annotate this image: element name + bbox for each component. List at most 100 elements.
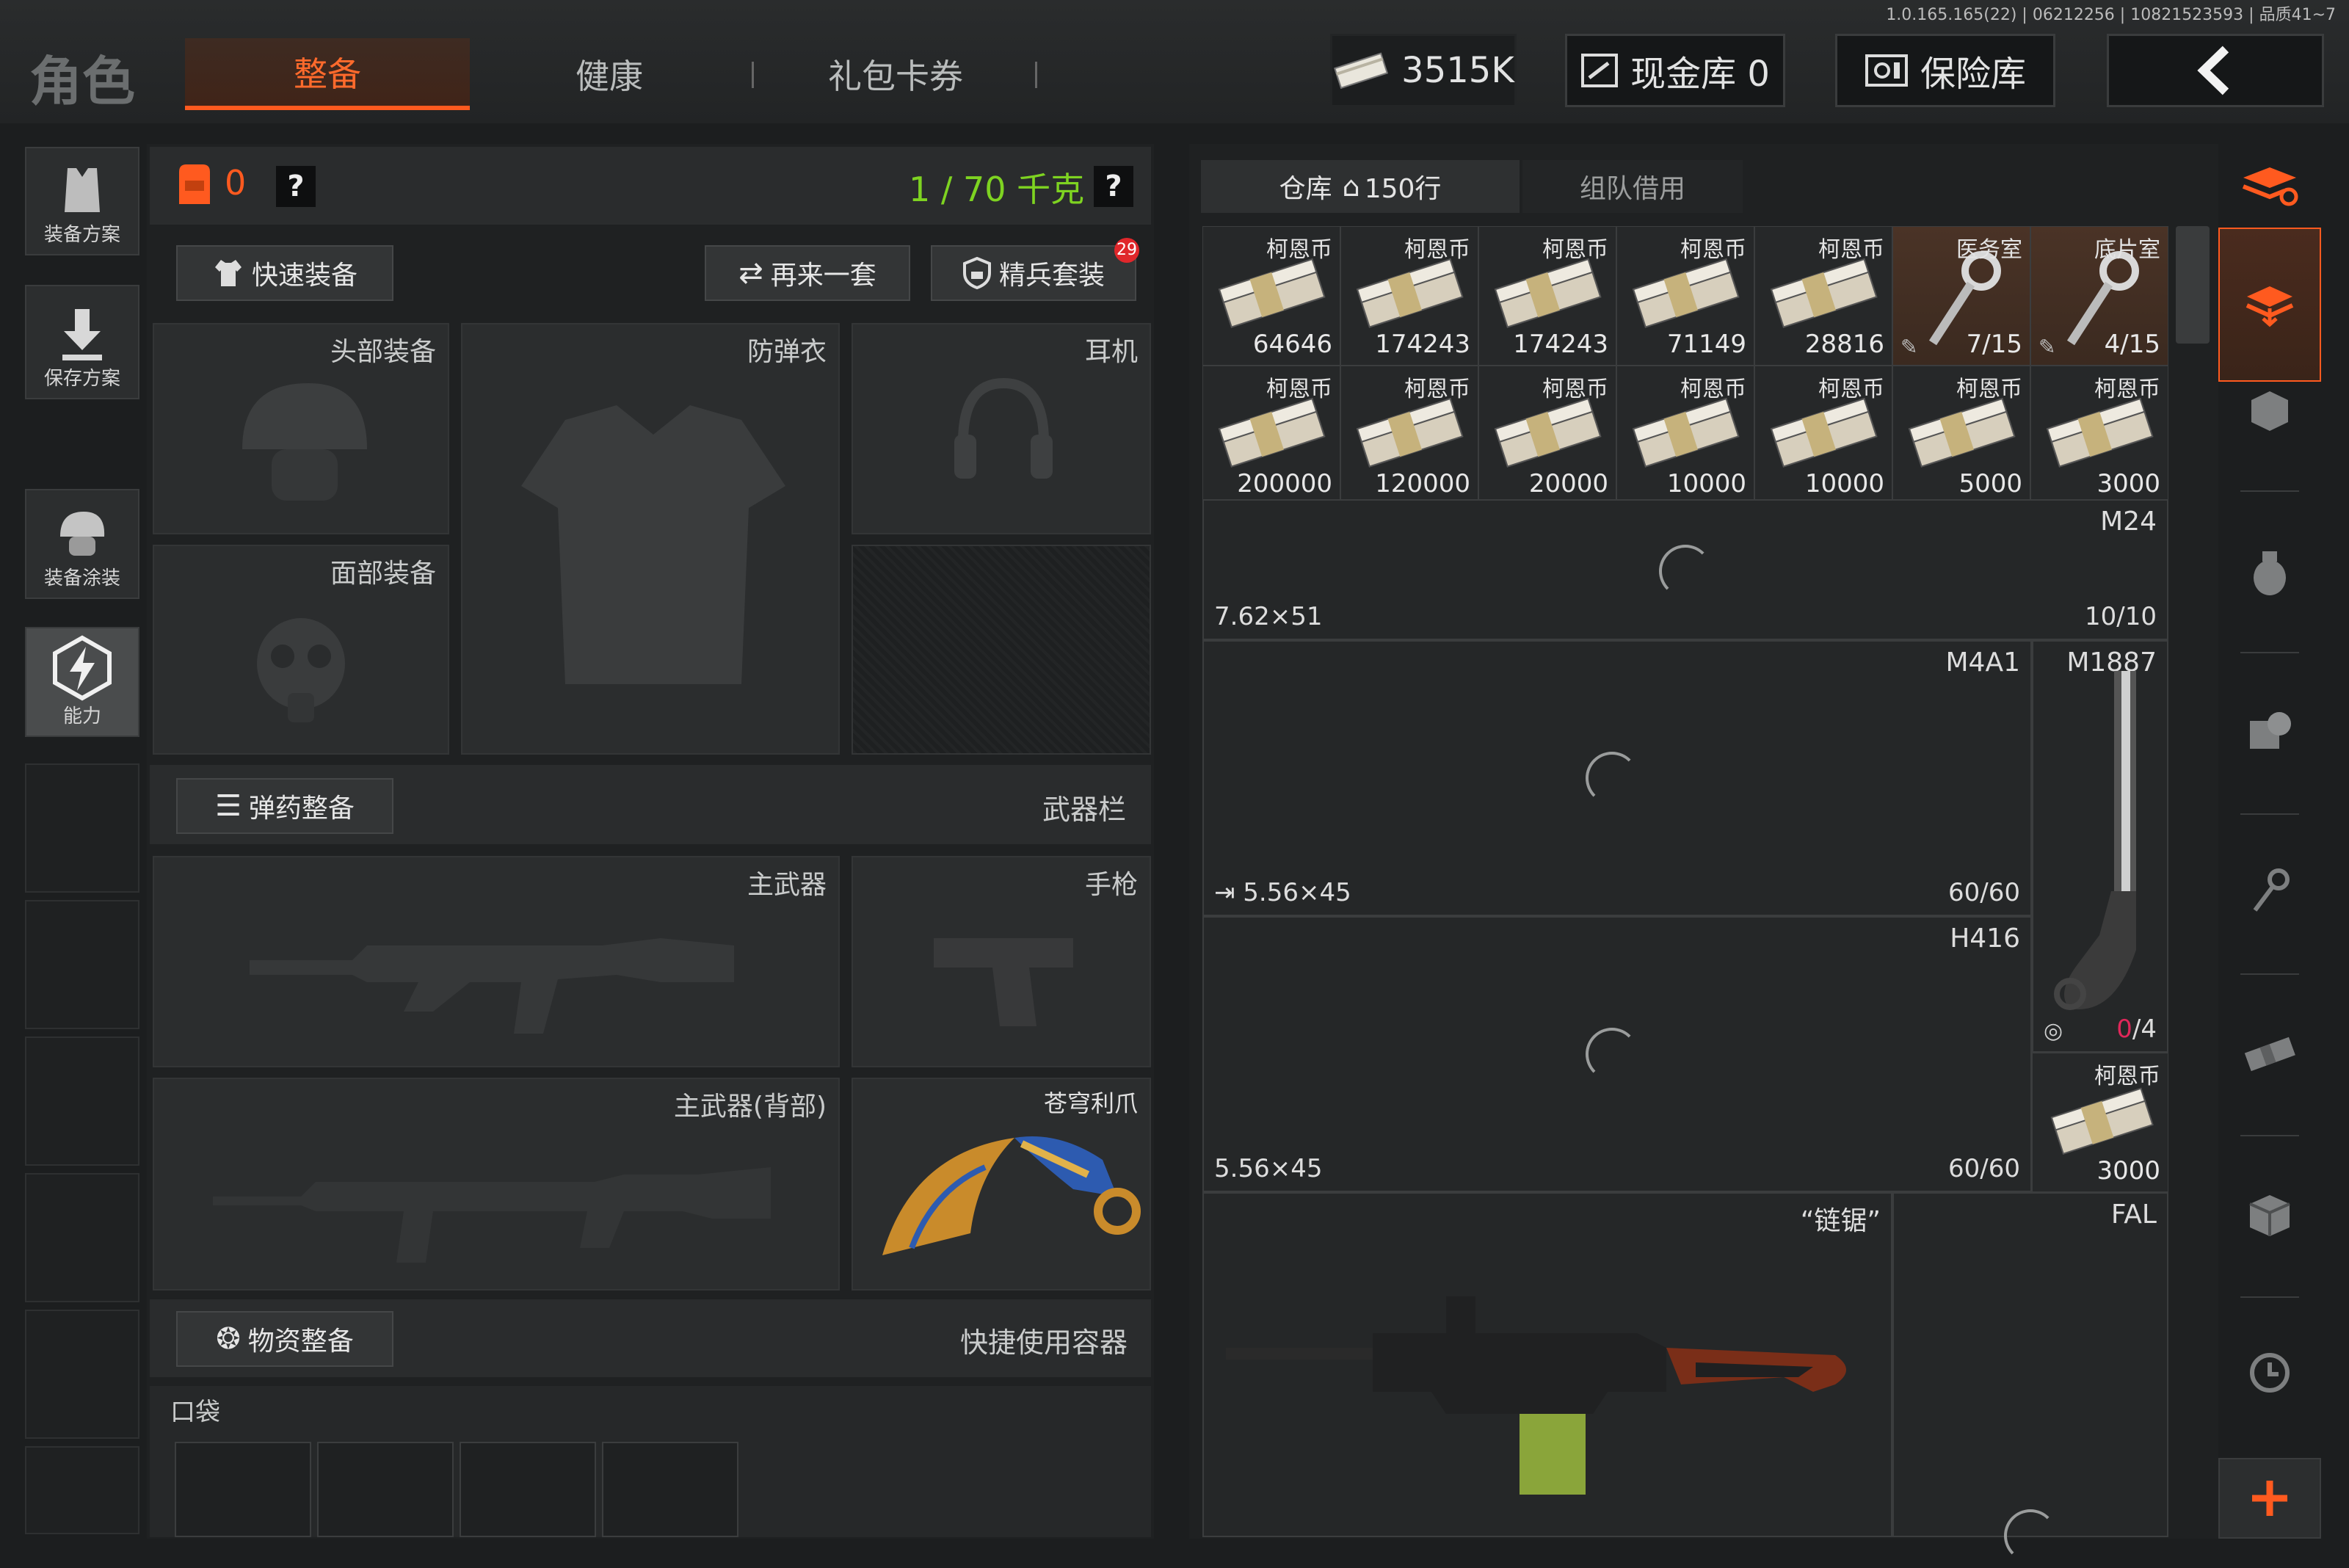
item-qty: 64646	[1252, 330, 1332, 359]
item-qty: 5000	[1958, 469, 2022, 498]
tab-warehouse[interactable]: 仓库 ⌂ 150行	[1201, 160, 1520, 213]
again-button[interactable]: ⇄ 再来一套	[705, 245, 910, 301]
item-name: 柯恩币	[2094, 377, 2160, 402]
coin-cell[interactable]: 柯恩币 5000	[1892, 366, 2030, 505]
item-qty: 174243	[1513, 330, 1608, 359]
supply-equip-button[interactable]: ❂ 物资整备	[176, 1311, 393, 1367]
category-grenade-button[interactable]	[2218, 499, 2321, 646]
help-button[interactable]: ?	[1094, 166, 1133, 207]
clock-icon	[2250, 1353, 2290, 1393]
pocket-slot[interactable]	[460, 1442, 596, 1537]
cash-vault-button[interactable]: 现金库 0	[1565, 34, 1785, 107]
help-button[interactable]: ?	[276, 166, 316, 207]
cash-vault-label: 现金库 0	[1630, 54, 1770, 95]
rifle-icon	[213, 1167, 771, 1263]
cash-stack-icon	[1632, 397, 1740, 468]
room-key-cell[interactable]: ✎ 底片室 4/15	[2030, 226, 2168, 366]
item-name: 柯恩币	[1404, 377, 1470, 402]
cash-stack-icon	[2050, 1087, 2154, 1155]
coin-cell[interactable]: 柯恩币 64646	[1202, 226, 1340, 366]
armor-slot[interactable]: 防弹衣	[461, 323, 840, 755]
tab-team-borrow[interactable]: 组队借用	[1522, 160, 1743, 213]
slot-label: 防弹衣	[747, 337, 827, 367]
coin-cell[interactable]: 柯恩币 120000	[1340, 366, 1478, 505]
ammo-box-icon	[2250, 712, 2291, 749]
scrollbar[interactable]	[2176, 226, 2210, 344]
category-armor-button[interactable]	[2218, 345, 2321, 477]
coin-cell[interactable]: 柯恩币 10000	[1616, 366, 1754, 505]
coin-cell[interactable]: 柯恩币 3000	[2030, 366, 2168, 505]
headset-slot[interactable]: 耳机	[852, 323, 1151, 534]
coin-cell[interactable]: 柯恩币 3000	[2032, 1053, 2168, 1192]
melee-slot[interactable]: 苍穹利爪	[852, 1078, 1151, 1291]
category-ammo-button[interactable]	[2218, 653, 2321, 807]
coin-cell[interactable]: 柯恩币 174243	[1478, 226, 1616, 366]
item-qty: 7/15	[1966, 330, 2022, 359]
cash-stack-icon	[1494, 397, 1602, 468]
notification-badge: 29	[1114, 238, 1139, 263]
equip-skin-button[interactable]: 装备涂装	[25, 489, 139, 599]
tab-gift-cards[interactable]: 礼包卡券	[778, 38, 1013, 110]
primary-weapon-slot[interactable]: 主武器	[153, 856, 840, 1067]
weapon-cell-fal[interactable]: FAL	[1892, 1192, 2168, 1562]
room-key-cell[interactable]: ✎ 医务室 7/15	[1892, 226, 2030, 366]
coin-cell[interactable]: 柯恩币 174243	[1340, 226, 1478, 366]
cash-stack-icon	[1494, 258, 1602, 328]
back-button[interactable]	[2107, 34, 2324, 107]
category-key-button[interactable]	[2218, 815, 2321, 969]
vest-icon	[521, 405, 785, 684]
empty-slot	[25, 1037, 139, 1166]
weapon-cell-m4a1[interactable]: M4A1 ⇥ 5.56×45 60/60	[1202, 640, 2032, 916]
item-qty: 28816	[1804, 330, 1884, 359]
stack-refresh-button[interactable]	[2218, 147, 2321, 226]
equip-plan-button[interactable]: 装备方案	[25, 147, 139, 255]
caliber: ⇥ 5.56×45	[1214, 878, 1351, 907]
coin-cell[interactable]: 柯恩币 71149	[1616, 226, 1754, 366]
nav-label: 能力	[62, 705, 101, 727]
pocket-slot[interactable]	[175, 1442, 311, 1537]
tag-icon: ✎	[2038, 335, 2056, 359]
add-button[interactable]	[2218, 1458, 2321, 1539]
again-label: 再来一套	[770, 261, 876, 291]
category-cash-button[interactable]	[2218, 976, 2321, 1130]
plus-icon	[2252, 1481, 2287, 1516]
item-name: 柯恩币	[1266, 377, 1332, 402]
weapon-cell-m1887[interactable]: M1887 ◎ 0/4	[2032, 640, 2168, 1053]
save-plan-button[interactable]: 保存方案	[25, 285, 139, 399]
slot-label: 面部装备	[330, 559, 436, 589]
back-weapon-slot[interactable]: 主武器(背部)	[153, 1078, 840, 1291]
category-recent-button[interactable]	[2218, 1299, 2321, 1446]
tab-health[interactable]: 健康	[514, 38, 705, 110]
tab-label: 仓库	[1279, 174, 1332, 204]
item-name: 柯恩币	[1680, 237, 1746, 263]
coin-cell[interactable]: 柯恩币 10000	[1754, 366, 1892, 505]
coin-cell[interactable]: 柯恩币 28816	[1754, 226, 1892, 366]
item-qty: 120000	[1375, 469, 1470, 498]
item-qty: 10000	[1666, 469, 1746, 498]
coin-cell[interactable]: 柯恩币 20000	[1478, 366, 1616, 505]
refresh-icon: ⇄	[738, 256, 763, 290]
loading-spinner	[2004, 1509, 2057, 1562]
list-icon: ☰	[215, 789, 242, 823]
weapon-name: H416	[1950, 923, 2020, 954]
item-qty: 20000	[1528, 469, 1608, 498]
weapon-cell-chainsaw[interactable]: “链锯”	[1202, 1192, 1892, 1537]
pocket-slot[interactable]	[317, 1442, 454, 1537]
tab-equip[interactable]: 整备	[185, 38, 470, 110]
empty-slot	[25, 900, 139, 1029]
quick-equip-button[interactable]: 快速装备	[176, 245, 393, 301]
head-slot[interactable]: 头部装备	[153, 323, 449, 534]
ammo-equip-button[interactable]: ☰ 弹药整备	[176, 778, 393, 834]
weapon-cell-h416[interactable]: H416 5.56×45 60/60	[1202, 916, 2032, 1192]
weapon-cell-m24[interactable]: M24 7.62×51 10/10	[1202, 499, 2168, 640]
helmet-icon	[60, 512, 105, 556]
safe-button[interactable]: 保险库	[1835, 34, 2055, 107]
face-slot[interactable]: 面部装备	[153, 545, 449, 755]
weapon-name: FAL	[2110, 1199, 2157, 1230]
elite-kit-button[interactable]: 精兵套装	[931, 245, 1136, 301]
ability-button[interactable]: 能力	[25, 627, 139, 737]
coin-cell[interactable]: 柯恩币 200000	[1202, 366, 1340, 505]
category-box-button[interactable]	[2218, 1138, 2321, 1292]
pocket-slot[interactable]	[602, 1442, 738, 1537]
pistol-slot[interactable]: 手枪	[852, 856, 1151, 1067]
